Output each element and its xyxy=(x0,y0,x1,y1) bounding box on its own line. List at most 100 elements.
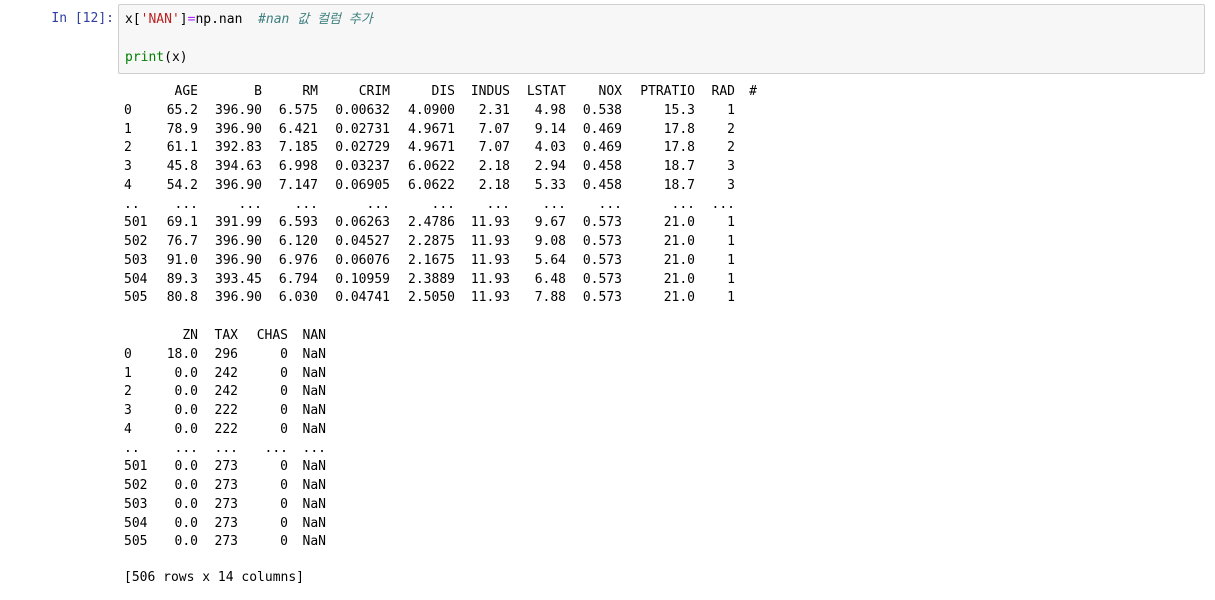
table-cell: 2.5050 xyxy=(408,290,455,306)
table-cell: 1 xyxy=(727,234,735,249)
table-cell: 3 xyxy=(727,159,735,174)
table-cell: 6.0622 xyxy=(408,159,455,174)
table-cell: 21.0 xyxy=(663,234,695,249)
table-cell: 0.573 xyxy=(582,252,622,268)
table-cell: 0.458 xyxy=(582,159,622,174)
code-builtin: print xyxy=(125,50,165,65)
table-cell: 0.458 xyxy=(582,177,622,193)
table-cell: 18.0 xyxy=(166,346,198,362)
table-cell: 5.33 xyxy=(534,177,566,193)
table-cell xyxy=(735,158,757,177)
table-cell: 222 xyxy=(214,403,238,418)
table-cell: NaN xyxy=(302,421,326,437)
table-row: 2 61.1 392.83 7.185 0.02729 4.9671 7.07 4.03 0.4… xyxy=(124,139,757,158)
table-cell: 0.573 xyxy=(582,215,622,231)
table-cell: 18.7 xyxy=(663,177,695,193)
table-cell: NaN xyxy=(302,346,326,362)
table-cell xyxy=(735,102,757,121)
column-header: B xyxy=(254,84,262,99)
table-cell: 396.90 xyxy=(215,252,262,268)
table-cell: 0.469 xyxy=(582,121,622,137)
table-cell: 0 xyxy=(280,534,288,550)
table-cell: 6.976 xyxy=(278,252,318,268)
table-cell: ... xyxy=(238,196,262,212)
table-cell: 396.90 xyxy=(215,177,262,193)
table-cell: 1 xyxy=(727,102,735,118)
table-cell: 0.0 xyxy=(174,365,198,381)
table-cell: 11.93 xyxy=(470,252,510,268)
dataframe-body-2: 0 18.0 296 0 NaN 1 0.0 242 0 NaN 2 0.0 242 0 NaN 3 0.0 22… xyxy=(124,346,326,552)
table-row: 0 18.0 296 0 NaN xyxy=(124,346,326,365)
table-row: 4 54.2 396.90 7.147 0.06905 6.0622 2.18 5.33 0.4… xyxy=(124,177,757,196)
table-cell: 7.147 xyxy=(278,177,318,193)
header-index xyxy=(124,327,160,346)
dataframe-block-2: ZN TAX CHAS NAN 0 18.0 296 0 NaN 1 0.0 242 0 NaN 2… xyxy=(124,327,326,552)
table-cell: 0.04741 xyxy=(335,290,390,306)
table-cell: 0.0 xyxy=(174,403,198,418)
table-cell: 0.00632 xyxy=(335,102,390,118)
table-cell: 0 xyxy=(280,346,288,362)
column-header: # xyxy=(749,84,757,99)
table-cell: 4.98 xyxy=(534,102,566,118)
table-cell: 21.0 xyxy=(663,215,695,231)
header-row: AGE B RM CRIM DIS INDUS LSTAT NOX PTRATI… xyxy=(124,83,757,102)
row-index: 502 xyxy=(124,478,148,493)
row-index: 2 xyxy=(124,140,132,156)
row-index: .. xyxy=(124,196,140,212)
dataframe-shape-summary: [506 rows x 14 columns] xyxy=(124,570,305,585)
row-index: 502 xyxy=(124,234,148,249)
table-cell: 1 xyxy=(727,290,735,306)
table-row: 502 76.7 396.90 6.120 0.04527 2.2875 11.93 9.08… xyxy=(124,233,757,252)
table-cell: 2 xyxy=(727,140,735,156)
table-cell: 80.8 xyxy=(166,290,198,306)
table-cell: 0 xyxy=(280,478,288,493)
table-cell: 45.8 xyxy=(166,159,198,174)
code-input-area[interactable]: x['NAN']=np.nan #nan 값 컬럼 추가 print(x) xyxy=(118,4,1205,74)
table-cell: 76.7 xyxy=(166,234,198,249)
table-cell: ... xyxy=(431,196,455,212)
table-row: 2 0.0 242 0 NaN xyxy=(124,383,326,402)
table-cell: 7.07 xyxy=(478,140,510,156)
table-cell: ... xyxy=(366,196,390,212)
dataframe-body-1: 0 65.2 396.90 6.575 0.00632 4.0900 2.31 4.98 0.5… xyxy=(124,102,757,308)
row-index: 503 xyxy=(124,252,148,268)
table-row: 4 0.0 222 0 NaN xyxy=(124,421,326,440)
table-cell: ... xyxy=(302,440,326,456)
table-cell: 0.0 xyxy=(174,421,198,437)
row-index: 2 xyxy=(124,384,132,400)
table-row: 503 0.0 273 0 NaN xyxy=(124,496,326,515)
table-cell: 2.1675 xyxy=(408,252,455,268)
table-cell: ... xyxy=(294,196,318,212)
table-cell: ... xyxy=(174,440,198,456)
table-cell: 0.538 xyxy=(582,102,622,118)
table-cell: 4.03 xyxy=(534,140,566,156)
table-cell: NaN xyxy=(302,459,326,475)
table-cell: NaN xyxy=(302,515,326,531)
table-cell: 4.9671 xyxy=(408,121,455,137)
table-cell: 11.93 xyxy=(470,234,510,249)
code-rhs: np.nan xyxy=(195,12,243,27)
table-cell: 7.185 xyxy=(278,140,318,156)
table-cell: 396.90 xyxy=(215,102,262,118)
table-cell: 9.14 xyxy=(534,121,566,137)
table-cell: 1 xyxy=(727,271,735,287)
dataframe-block-1: AGE B RM CRIM DIS INDUS LSTAT NOX PTRATI… xyxy=(124,83,757,308)
table-cell: 78.9 xyxy=(166,121,198,137)
row-index: 3 xyxy=(124,159,132,174)
table-cell: 69.1 xyxy=(166,215,198,231)
table-cell: 2.31 xyxy=(478,102,510,118)
row-index: 4 xyxy=(124,421,132,437)
table-cell: 1 xyxy=(727,252,735,268)
table-cell: 7.07 xyxy=(478,121,510,137)
column-header: ZN xyxy=(182,328,198,343)
table-row: .............. xyxy=(124,440,326,459)
code-bracket-open: [ xyxy=(132,12,141,27)
table-cell xyxy=(735,289,757,308)
column-header: RAD xyxy=(711,84,735,99)
table-cell: NaN xyxy=(302,496,326,512)
table-cell: 9.67 xyxy=(534,215,566,231)
table-cell: 396.90 xyxy=(215,290,262,306)
table-cell: 91.0 xyxy=(166,252,198,268)
column-header: NOX xyxy=(598,84,622,99)
table-cell: 5.64 xyxy=(534,252,566,268)
